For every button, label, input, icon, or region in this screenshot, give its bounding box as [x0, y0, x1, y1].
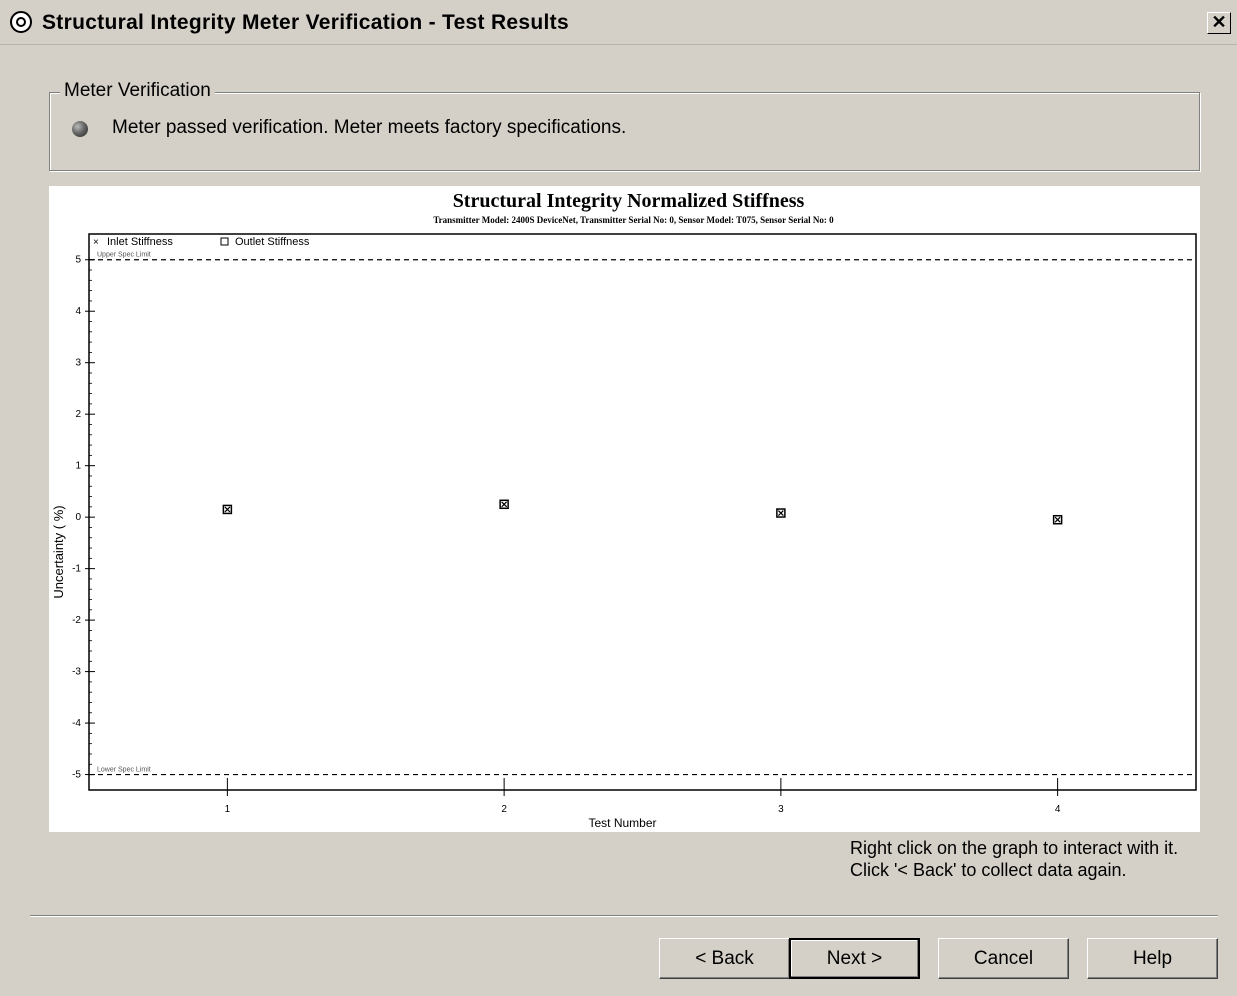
cancel-button[interactable]: Cancel: [938, 938, 1069, 979]
next-button[interactable]: Next >: [789, 938, 920, 979]
x-tick-label: 4: [1055, 804, 1061, 815]
legend-outlet-label: Outlet Stiffness: [235, 236, 310, 248]
spec-limit-label: Upper Spec Limit: [97, 252, 151, 259]
y-tick-label: 2: [75, 409, 81, 420]
plot-area: [88, 233, 1197, 791]
legend-outlet-marker: [220, 237, 229, 246]
y-tick-label: 4: [75, 306, 81, 317]
help-text-line2: Click '< Back' to collect data again.: [850, 860, 1127, 880]
y-tick-label: -5: [72, 770, 81, 781]
legend-inlet-marker: ×: [93, 237, 99, 248]
y-tick-label: -3: [72, 667, 81, 678]
back-button[interactable]: < Back: [659, 938, 790, 979]
y-tick-label: 1: [75, 461, 81, 472]
group-label: Meter Verification: [60, 80, 215, 102]
y-tick-label: 0: [75, 512, 81, 523]
footer-separator: [30, 915, 1218, 917]
gray-sphere-icon: [72, 121, 88, 137]
chart-subtitle: Transmitter Model: 2400S DeviceNet, Tran…: [433, 215, 834, 225]
y-tick-label: -1: [72, 564, 81, 575]
y-tick-label: 3: [75, 358, 81, 369]
legend-inlet-label: Inlet Stiffness: [107, 236, 173, 248]
help-button[interactable]: Help: [1087, 938, 1218, 979]
x-tick-label: 3: [778, 804, 784, 815]
y-tick-label: -2: [72, 615, 81, 626]
app-logo-icon: [10, 11, 32, 33]
spec-limit-label: Lower Spec Limit: [97, 767, 151, 774]
x-tick-label: 2: [501, 804, 507, 815]
y-tick-label: 5: [75, 255, 81, 266]
chart-title: Structural Integrity Normalized Stiffnes…: [452, 190, 805, 212]
stiffness-chart[interactable]: 5 4 3 2 1 0 -1 -2 -3 -4 -5 1 2 3 4 Upper Spec Limit Lowe…: [49, 232, 1200, 832]
help-text-line1: Right click on the graph to interact wit…: [850, 838, 1179, 858]
x-tick-label: 1: [225, 804, 231, 815]
verification-status-text: Meter passed verification. Meter meets f…: [112, 117, 627, 138]
title-bar: Structural Integrity Meter Verification …: [0, 0, 1237, 45]
y-tick-label: -4: [72, 718, 81, 729]
y-axis-label: Uncertainty ( %): [51, 505, 66, 598]
window-title: Structural Integrity Meter Verification …: [42, 11, 569, 34]
close-button[interactable]: ✕: [1207, 12, 1231, 34]
x-axis-label: Test Number: [588, 816, 656, 830]
